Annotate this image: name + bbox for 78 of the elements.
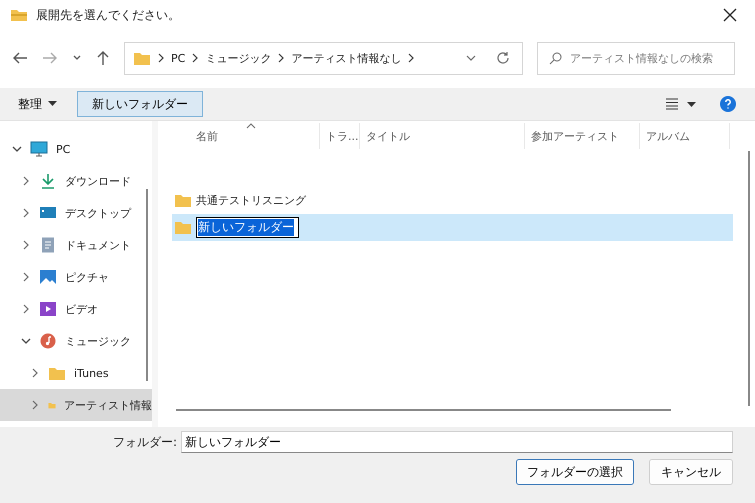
folder-icon	[174, 220, 192, 235]
tree-item[interactable]: ピクチャ	[0, 261, 152, 293]
chevron-right-icon	[158, 53, 164, 63]
chevron-right-icon[interactable]	[21, 240, 31, 250]
chevron-right-icon[interactable]	[21, 176, 31, 186]
column-header[interactable]: 名前	[190, 123, 320, 149]
search-icon	[549, 52, 562, 64]
tree-item-label: ピクチャ	[65, 270, 109, 284]
chevron-down-icon[interactable]	[21, 336, 31, 346]
organize-menu-button[interactable]: 整理	[8, 91, 67, 117]
rename-field[interactable]: 新しいフォルダー	[196, 217, 299, 238]
document-icon	[39, 237, 57, 253]
chevron-right-icon[interactable]	[21, 304, 31, 314]
chevron-right-icon	[278, 53, 284, 63]
column-header[interactable]: アルバム	[640, 123, 730, 149]
video-icon	[39, 301, 57, 317]
tree-item[interactable]: ミュージック	[0, 325, 152, 357]
up-arrow-icon[interactable]	[96, 50, 110, 66]
chevron-right-icon[interactable]	[30, 400, 40, 410]
sort-up-icon	[246, 123, 256, 129]
scrollbar[interactable]	[748, 151, 750, 406]
file-row[interactable]: 新しいフォルダー	[172, 214, 733, 241]
column-header[interactable]: 参加アーティスト	[525, 123, 640, 149]
refresh-icon[interactable]	[496, 51, 510, 65]
help-icon[interactable]	[720, 96, 736, 112]
window-title: 展開先を選んでください。	[36, 6, 180, 24]
file-name: 共通テストリスニング	[196, 193, 306, 208]
picture-icon	[39, 269, 57, 285]
field-label: フォルダー:	[112, 434, 177, 450]
tree-item-label: ダウンロード	[65, 174, 131, 188]
close-icon[interactable]	[723, 8, 737, 22]
tree-item[interactable]: ドキュメント	[0, 229, 152, 261]
dialog-button[interactable]: フォルダーの選択	[516, 459, 634, 485]
music-note-icon	[39, 333, 57, 349]
download-arrow-icon	[39, 173, 57, 189]
scrollbar[interactable]	[176, 409, 671, 411]
folder-icon	[10, 8, 28, 22]
desktop-icon	[39, 205, 57, 221]
tree-item-label: ビデオ	[65, 302, 98, 316]
folder-icon	[133, 50, 151, 66]
tree-item[interactable]: ビデオ	[0, 293, 152, 325]
chevron-down-icon[interactable]	[72, 54, 82, 62]
view-options-icon[interactable]	[666, 98, 696, 110]
tree-item-label: iTunes	[74, 366, 109, 380]
chevron-down-icon[interactable]	[465, 54, 477, 62]
search-field[interactable]: アーティスト情報なしの検索	[537, 42, 735, 74]
address-bar[interactable]: PC ミュージック アーティスト情報なし	[124, 42, 523, 74]
folder-icon	[174, 193, 192, 208]
chevron-right-icon	[192, 53, 198, 63]
tree-item[interactable]: iTunes	[0, 357, 152, 389]
tree-item[interactable]: ダウンロード	[0, 165, 152, 197]
chevron-right-icon	[408, 53, 414, 63]
chevron-right-icon[interactable]	[30, 368, 40, 378]
folder-name-field[interactable]: 新しいフォルダー	[181, 431, 733, 453]
dialog-button[interactable]: キャンセル	[649, 459, 733, 485]
tree-item[interactable]: PC	[0, 133, 152, 165]
back-arrow-icon[interactable]	[12, 51, 28, 65]
monitor-icon	[30, 141, 48, 157]
folder-icon	[48, 366, 66, 380]
tree-item-label: ドキュメント	[65, 238, 131, 252]
caret-icon	[48, 101, 57, 107]
tree-item-label: ミュージック	[65, 334, 131, 348]
tree-item[interactable]: デスクトップ	[0, 197, 152, 229]
chevron-down-icon[interactable]	[12, 144, 22, 154]
new-folder-button[interactable]: 新しいフォルダー	[77, 91, 203, 117]
tree-item-label: アーティスト情報	[64, 398, 152, 412]
chevron-right-icon[interactable]	[21, 272, 31, 282]
breadcrumb-item[interactable]: PC	[171, 52, 186, 64]
breadcrumb-item[interactable]: アーティスト情報なし	[291, 50, 402, 66]
breadcrumb-item[interactable]: ミュージック	[205, 50, 272, 66]
tree-item-label: デスクトップ	[65, 206, 131, 220]
chevron-right-icon[interactable]	[21, 208, 31, 218]
scrollbar[interactable]	[146, 189, 148, 381]
column-header[interactable]: タイトル	[360, 123, 525, 149]
tree-item-label: PC	[56, 142, 70, 156]
tree-item[interactable]: アーティスト情報	[0, 389, 152, 421]
column-header[interactable]: トラ...	[320, 123, 360, 149]
file-row[interactable]: 共通テストリスニング	[172, 187, 733, 214]
